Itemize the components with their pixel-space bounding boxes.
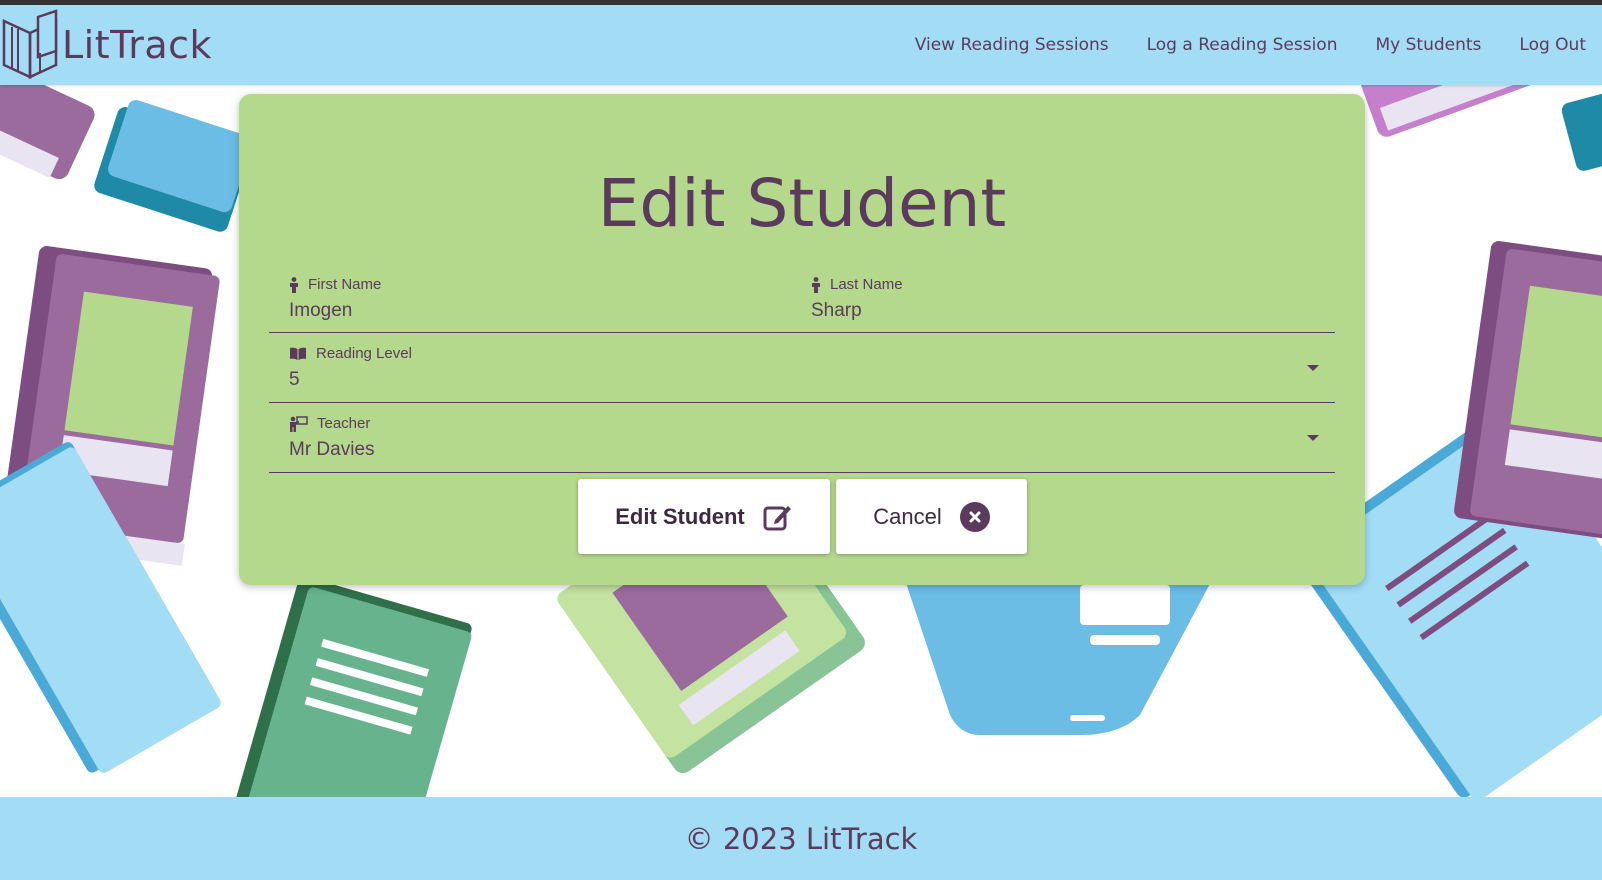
book-illustration-green-bottom <box>229 576 472 797</box>
book-illustration-purple-top-right <box>1352 85 1538 137</box>
book-illustration-purple-right <box>1454 241 1602 540</box>
brand-name: LitTrack <box>62 23 213 67</box>
nav-links: View Reading Sessions Log a Reading Sess… <box>877 35 1602 55</box>
navbar: LitTrack View Reading Sessions Log a Rea… <box>0 5 1602 85</box>
reading-level-label-text: Reading Level <box>316 345 412 362</box>
name-row-divider <box>269 332 1335 333</box>
book-illustration-top-left <box>0 85 95 180</box>
nav-view-reading-sessions[interactable]: View Reading Sessions <box>915 35 1109 55</box>
edit-square-icon <box>763 505 791 530</box>
edit-student-button-label: Edit Student <box>615 503 745 529</box>
page-title: Edit Student <box>597 165 1007 242</box>
teacher-select[interactable]: Teacher Mr Davies <box>269 405 1335 473</box>
last-name-field[interactable]: Last Name Sharp <box>791 266 1313 332</box>
footer-copyright: © 2023 LitTrack <box>684 821 918 856</box>
first-name-value[interactable]: Imogen <box>289 300 352 322</box>
book-illustration-blue-small <box>94 100 253 232</box>
last-name-value[interactable]: Sharp <box>811 300 862 322</box>
chevron-down-icon[interactable] <box>1307 435 1319 441</box>
nav-log-reading-session[interactable]: Log a Reading Session <box>1147 35 1338 55</box>
reading-level-label: Reading Level <box>289 345 412 362</box>
person-icon <box>812 276 820 293</box>
open-book-logo-icon <box>0 7 62 84</box>
chevron-down-icon[interactable] <box>1307 365 1319 371</box>
teacher-label: Teacher <box>289 415 370 432</box>
cancel-button-label: Cancel <box>873 503 942 529</box>
close-circle-icon <box>959 501 990 532</box>
last-name-label: Last Name <box>811 276 903 293</box>
first-name-field[interactable]: First Name Imogen <box>269 266 791 332</box>
cancel-button[interactable]: Cancel <box>836 479 1027 554</box>
teacher-value: Mr Davies <box>289 439 375 460</box>
person-icon <box>290 276 298 293</box>
reading-level-value: 5 <box>289 369 300 390</box>
book-illustration-blue-top-right <box>1561 86 1602 171</box>
brand-link[interactable]: LitTrack <box>0 5 212 85</box>
book-open-icon <box>290 347 306 360</box>
last-name-label-text: Last Name <box>830 276 903 293</box>
teacher-label-text: Teacher <box>317 415 371 432</box>
teacher-icon <box>290 415 308 432</box>
book-illustration-blue-center <box>900 565 1220 735</box>
first-name-label: First Name <box>289 276 381 293</box>
nav-log-out[interactable]: Log Out <box>1519 35 1586 55</box>
first-name-label-text: First Name <box>308 276 382 293</box>
footer: © 2023 LitTrack <box>0 797 1602 880</box>
reading-level-select[interactable]: Reading Level 5 <box>269 335 1335 403</box>
nav-my-students[interactable]: My Students <box>1375 35 1481 55</box>
edit-student-button[interactable]: Edit Student <box>578 479 830 554</box>
